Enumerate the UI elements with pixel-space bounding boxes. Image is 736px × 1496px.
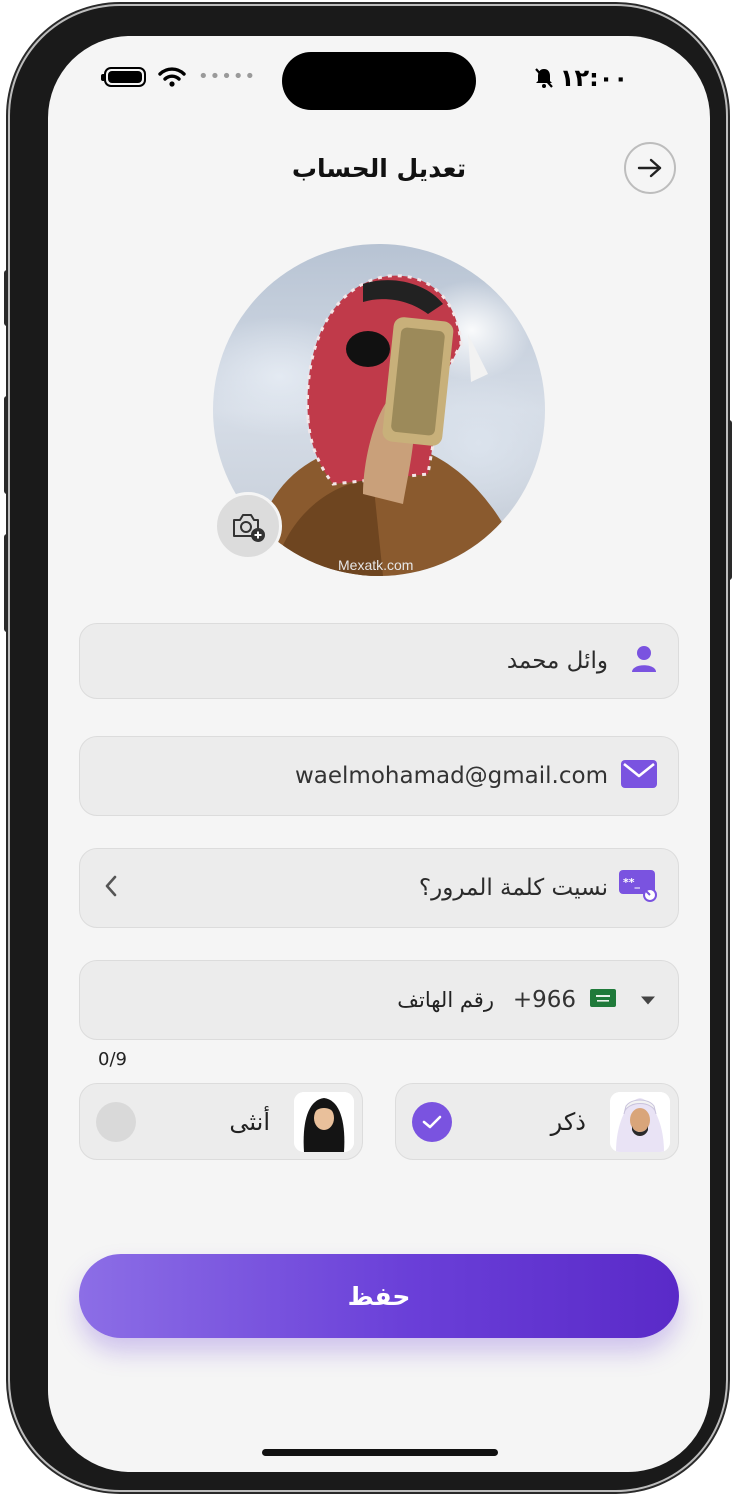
forgot-password-label: نسيت كلمة المرور؟ bbox=[418, 875, 608, 901]
back-button[interactable] bbox=[624, 142, 676, 194]
saudi-flag-icon bbox=[590, 989, 616, 1011]
check-icon bbox=[422, 1115, 442, 1129]
phone-country-code: +966 bbox=[512, 987, 576, 1013]
forgot-password-row[interactable]: **_ نسيت كلمة المرور؟ bbox=[79, 848, 679, 928]
name-field[interactable]: وائل محمد bbox=[79, 623, 679, 699]
email-field[interactable]: waelmohamad@gmail.com bbox=[79, 736, 679, 816]
page-title: تعديل الحساب bbox=[291, 154, 467, 183]
email-value: waelmohamad@gmail.com bbox=[294, 763, 608, 789]
power-button bbox=[726, 420, 732, 580]
gender-male-option[interactable]: ذكر bbox=[395, 1083, 679, 1160]
avatar-watermark: Mexatk.com bbox=[338, 557, 413, 573]
phone-counter: 0/9 bbox=[98, 1049, 127, 1070]
mail-icon bbox=[620, 759, 658, 793]
dynamic-island bbox=[282, 52, 476, 110]
male-radio[interactable] bbox=[412, 1102, 452, 1142]
female-avatar bbox=[294, 1092, 354, 1152]
male-avatar bbox=[610, 1092, 670, 1152]
gender-female-option[interactable]: أنثى bbox=[79, 1083, 363, 1160]
bell-muted-icon bbox=[534, 68, 553, 88]
home-indicator[interactable] bbox=[262, 1449, 498, 1456]
save-button[interactable]: حفظ bbox=[79, 1254, 679, 1338]
user-icon bbox=[630, 644, 658, 678]
svg-text:**_: **_ bbox=[623, 876, 641, 889]
wifi-icon bbox=[158, 66, 186, 87]
gender-female-label: أنثى bbox=[229, 1107, 270, 1136]
phone-frame: ••••• ١٢:٠٠ تعديل الحساب Mexatk.com وائل… bbox=[10, 6, 726, 1490]
change-photo-button[interactable] bbox=[214, 492, 282, 560]
signal-dots-icon: ••••• bbox=[198, 66, 257, 87]
phone-field[interactable]: +966 رقم الهاتف bbox=[79, 960, 679, 1040]
chevron-left-icon bbox=[104, 874, 118, 902]
status-time: ١٢:٠٠ bbox=[559, 64, 628, 92]
status-right: ١٢:٠٠ bbox=[534, 64, 628, 92]
dropdown-icon[interactable] bbox=[640, 991, 656, 1010]
phone-input[interactable]: رقم الهاتف bbox=[397, 988, 494, 1012]
camera-add-icon bbox=[233, 514, 265, 542]
screen: ••••• ١٢:٠٠ تعديل الحساب Mexatk.com وائل… bbox=[48, 36, 710, 1472]
gender-male-label: ذكر bbox=[550, 1107, 586, 1136]
battery-icon bbox=[101, 66, 146, 87]
name-value: وائل محمد bbox=[506, 648, 608, 674]
status-indicators: ••••• bbox=[101, 66, 257, 87]
password-icon: **_ bbox=[618, 869, 658, 907]
female-radio[interactable] bbox=[96, 1102, 136, 1142]
back-arrow-icon bbox=[637, 158, 662, 178]
